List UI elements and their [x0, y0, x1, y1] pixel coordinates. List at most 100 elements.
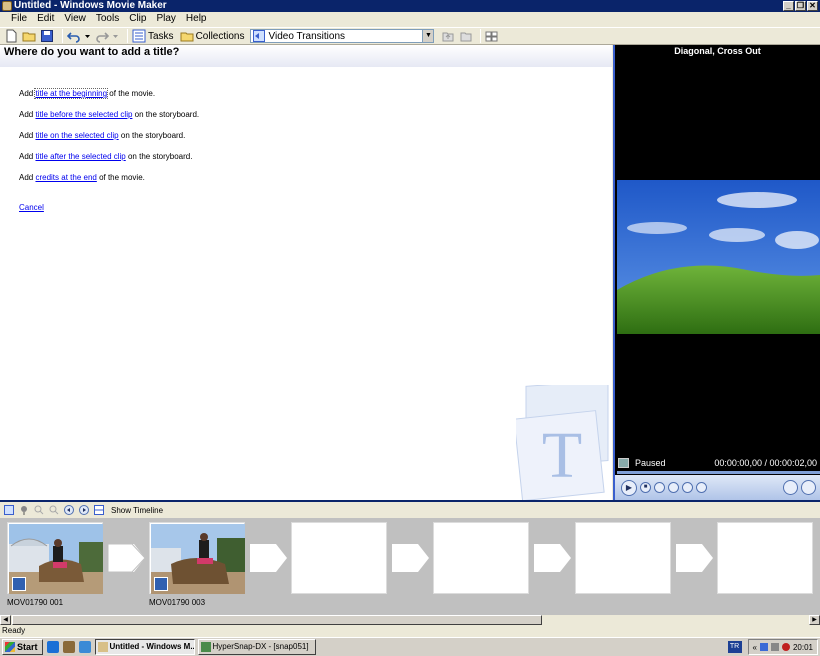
task-option-prefix: Add: [19, 152, 36, 161]
toolbar-separator: [480, 29, 482, 43]
collections-button[interactable]: Collections: [180, 29, 244, 43]
transitions-icon: [253, 30, 266, 42]
transition-slot[interactable]: [250, 544, 287, 572]
new-project-icon[interactable]: [4, 29, 18, 43]
title-before-clip-link[interactable]: title before the selected clip: [35, 110, 132, 119]
transition-slot[interactable]: [392, 544, 429, 572]
collections-dropdown[interactable]: Video Transitions ▼: [250, 29, 435, 43]
language-indicator[interactable]: TR: [727, 641, 742, 653]
taskbar-hypersnap[interactable]: HyperSnap-DX - [snap051]: [197, 639, 316, 655]
menu-clip[interactable]: Clip: [124, 12, 151, 26]
narrate-icon[interactable]: [19, 505, 29, 515]
transition-slot[interactable]: [534, 544, 571, 572]
split-clip-icon[interactable]: [783, 480, 798, 495]
storyboard-clip[interactable]: [149, 522, 245, 594]
status-icon: [618, 458, 629, 468]
empty-clip-slot[interactable]: [291, 522, 387, 594]
volume-icon[interactable]: [770, 643, 779, 651]
scroll-left-icon[interactable]: ◀: [0, 615, 11, 625]
views-icon[interactable]: [485, 29, 499, 43]
rewind-icon[interactable]: [668, 482, 679, 493]
title-on-clip-link[interactable]: title on the selected clip: [35, 131, 118, 140]
transition-arrow-icon: [250, 544, 287, 572]
menu-play[interactable]: Play: [151, 12, 180, 26]
record-icon[interactable]: [781, 643, 790, 651]
window-title: Untitled - Windows Movie Maker: [14, 0, 167, 11]
start-label: Start: [17, 642, 38, 652]
preview-monitor: Diagonal, Cross Out Paused 00:00:00,00 /…: [613, 45, 820, 500]
rewind-storyboard-icon[interactable]: [64, 505, 74, 515]
zoom-in-icon[interactable]: [34, 505, 44, 515]
previous-frame-icon[interactable]: [654, 482, 665, 493]
empty-clip-slot[interactable]: [575, 522, 671, 594]
zoom-out-icon[interactable]: [49, 505, 59, 515]
task-option: Add title at the beginning of the movie.: [19, 88, 155, 99]
minimize-button[interactable]: _: [783, 1, 794, 11]
take-picture-icon[interactable]: [801, 480, 816, 495]
menu-file[interactable]: File: [6, 12, 32, 26]
chevron-down-icon[interactable]: ▼: [422, 30, 434, 42]
monitor-status-bar: Paused 00:00:00,00 / 00:00:02,00: [615, 455, 820, 471]
play-button[interactable]: ▶: [621, 479, 637, 496]
taskbar-movie-maker[interactable]: Untitled - Windows M...: [94, 639, 195, 655]
window-titlebar[interactable]: Untitled - Windows Movie Maker _ ❐ ✕: [0, 0, 820, 12]
scrollbar-thumb[interactable]: [12, 615, 542, 625]
title-watermark-logo: T: [516, 385, 609, 500]
storyboard-clip[interactable]: [7, 522, 103, 594]
storyboard-icon[interactable]: [4, 505, 14, 515]
up-one-level-icon[interactable]: [440, 29, 454, 43]
title-at-beginning-link[interactable]: title at the beginning: [34, 88, 109, 99]
open-project-icon[interactable]: [22, 29, 36, 43]
task-option-prefix: Add: [19, 89, 36, 98]
transition-arrow-icon: [108, 544, 145, 572]
stop-button[interactable]: ■: [640, 482, 651, 493]
next-frame-icon[interactable]: [696, 482, 707, 493]
menu-tools[interactable]: Tools: [91, 12, 124, 26]
play-storyboard-icon[interactable]: [79, 505, 89, 515]
new-collection-icon[interactable]: [458, 29, 472, 43]
tray-expand-icon[interactable]: «: [753, 643, 757, 652]
start-button[interactable]: Start: [2, 639, 43, 655]
taskbar-item-label: Untitled - Windows M...: [109, 642, 195, 651]
quick-launch-icon[interactable]: [62, 641, 75, 653]
empty-clip-slot[interactable]: [433, 522, 529, 594]
task-option: Add title on the selected clip on the st…: [19, 131, 185, 141]
window-controls: _ ❐ ✕: [783, 1, 818, 11]
seek-bar[interactable]: [617, 471, 820, 474]
credits-at-end-link[interactable]: credits at the end: [35, 173, 96, 182]
cancel-link[interactable]: Cancel: [19, 203, 44, 212]
playback-controls: ▶ ■: [615, 475, 820, 500]
undo-icon[interactable]: [66, 29, 81, 43]
storyboard-scrollbar[interactable]: ◀ ▶: [0, 614, 820, 625]
transition-slot[interactable]: [676, 544, 713, 572]
menu-view[interactable]: View: [59, 12, 91, 26]
forward-icon[interactable]: [682, 482, 693, 493]
playback-status: Paused: [635, 458, 666, 468]
menu-edit[interactable]: Edit: [32, 12, 59, 26]
empty-clip-slot[interactable]: [717, 522, 813, 594]
menu-help[interactable]: Help: [181, 12, 212, 26]
network-icon[interactable]: [759, 643, 768, 651]
transition-slot[interactable]: [108, 544, 145, 572]
redo-icon[interactable]: [95, 29, 110, 43]
internet-explorer-icon[interactable]: [46, 641, 59, 653]
task-option-suffix: on the storyboard.: [118, 131, 186, 140]
save-project-icon[interactable]: [40, 29, 54, 43]
restore-button[interactable]: ❐: [795, 1, 806, 11]
show-desktop-icon[interactable]: [78, 641, 91, 653]
title-after-clip-link[interactable]: title after the selected clip: [35, 152, 125, 161]
star-icon: [12, 577, 26, 591]
tasks-icon: [132, 29, 146, 43]
task-pane-heading: Where do you want to add a title?: [0, 45, 612, 67]
show-timeline-button[interactable]: Show Timeline: [111, 506, 163, 515]
timeline-icon[interactable]: [94, 505, 104, 515]
windows-logo-icon: [5, 642, 15, 652]
close-button[interactable]: ✕: [807, 1, 818, 11]
undo-dropdown-icon[interactable]: [85, 29, 91, 43]
tasks-button[interactable]: Tasks: [132, 29, 174, 43]
tasks-label: Tasks: [148, 30, 174, 42]
scroll-right-icon[interactable]: ▶: [809, 615, 820, 625]
menu-bar: File Edit View Tools Clip Play Help: [0, 12, 820, 26]
redo-dropdown-icon[interactable]: [113, 29, 119, 43]
movie-maker-icon: [97, 642, 108, 652]
